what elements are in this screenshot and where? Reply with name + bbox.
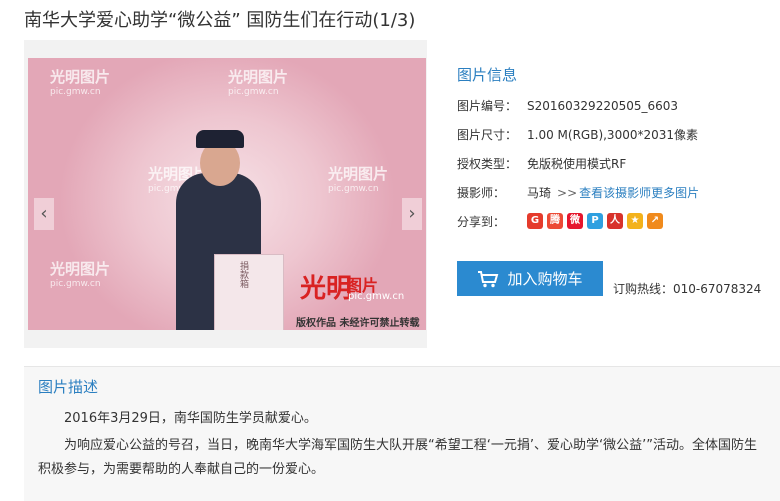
watermark: 光明图片 pic.gmw.cn: [50, 260, 111, 289]
qq-zone-star-icon[interactable]: ★: [627, 213, 643, 229]
info-value: 免版税使用模式RF: [527, 157, 627, 171]
main-photo[interactable]: 光明图片 pic.gmw.cn 光明图片 pic.gmw.cn 光明图片 pic.gm…: [28, 58, 426, 330]
description-heading: 图片描述: [38, 378, 99, 396]
officer-cap: [196, 130, 244, 148]
info-row-license: 授权类型： 免版税使用模式RF: [457, 155, 767, 184]
share-more-icon[interactable]: ↗: [647, 213, 663, 229]
description-paragraph: 2016年3月29日，南华国防生学员献爱心。: [64, 411, 317, 426]
add-to-cart-button[interactable]: 加入购物车: [457, 261, 603, 296]
next-image-button[interactable]: ›: [402, 198, 422, 230]
info-label: 分享到：: [457, 215, 506, 229]
image-info-panel: 图片信息 图片编号： S20160329220505_6603 图片尺寸： 1.…: [457, 64, 767, 242]
photographer-more-link[interactable]: 查看该摄影师更多图片: [579, 184, 699, 213]
image-viewer: 光明图片 pic.gmw.cn 光明图片 pic.gmw.cn 光明图片 pic.gm…: [24, 40, 427, 348]
tencent-weibo-icon[interactable]: 腾: [547, 213, 563, 229]
info-heading: 图片信息: [457, 66, 518, 84]
image-description: 图片描述 2016年3月29日，南华国防生学员献爱心。 为响应爱心公益的号召，当…: [24, 366, 780, 501]
brand-url: pic.gmw.cn: [348, 291, 405, 302]
photographer-name: 马琦: [527, 186, 552, 200]
sina-weibo-icon[interactable]: 微: [567, 213, 583, 229]
info-value: S20160329220505_6603: [527, 99, 679, 113]
info-row-size: 图片尺寸： 1.00 M(RGB),3000*2031像素: [457, 126, 767, 155]
info-row-share: 分享到： G 腾 微 P 人 ★ ↗: [457, 213, 767, 242]
page-title: 南华大学爱心助学“微公益” 国防生们在行动(1/3): [24, 10, 416, 31]
qzone-icon[interactable]: P: [587, 213, 603, 229]
info-value: 1.00 M(RGB),3000*2031像素: [527, 128, 699, 142]
watermark: 光明图片 pic.gmw.cn: [228, 68, 289, 97]
add-to-cart-label: 加入购物车: [507, 270, 583, 288]
description-paragraph: 为响应爱心公益的号召，当日，晚南华大学海军国防生大队开展“希望工程‘一元捐’、爱…: [38, 438, 757, 477]
share-icons: G 腾 微 P 人 ★ ↗: [527, 213, 663, 242]
cart-icon: [478, 270, 499, 287]
info-row-photographer: 摄影师： 马琦 >> 查看该摄影师更多图片: [457, 184, 767, 213]
copyright-notice: 版权作品 未经许可禁止转载: [296, 318, 420, 329]
renren-icon[interactable]: 人: [607, 213, 623, 229]
info-row-id: 图片编号： S20160329220505_6603: [457, 97, 767, 126]
info-label: 摄影师：: [457, 186, 506, 200]
info-label: 图片尺寸：: [457, 128, 518, 142]
watermark: 光明图片 pic.gmw.cn: [50, 68, 111, 97]
watermark: 光明图片 pic.gmw.cn: [328, 165, 389, 194]
prev-image-button[interactable]: ‹: [34, 198, 54, 230]
info-label: 图片编号：: [457, 99, 518, 113]
link-arrows: >>: [557, 186, 578, 200]
info-label: 授权类型：: [457, 157, 518, 171]
order-hotline: 订购热线：010-67078324: [613, 282, 762, 296]
donation-box: 捐款箱: [214, 254, 284, 330]
google-icon[interactable]: G: [527, 213, 543, 229]
donation-box-label: 捐款箱: [238, 261, 248, 288]
brand-logo: 光明: [300, 274, 353, 304]
